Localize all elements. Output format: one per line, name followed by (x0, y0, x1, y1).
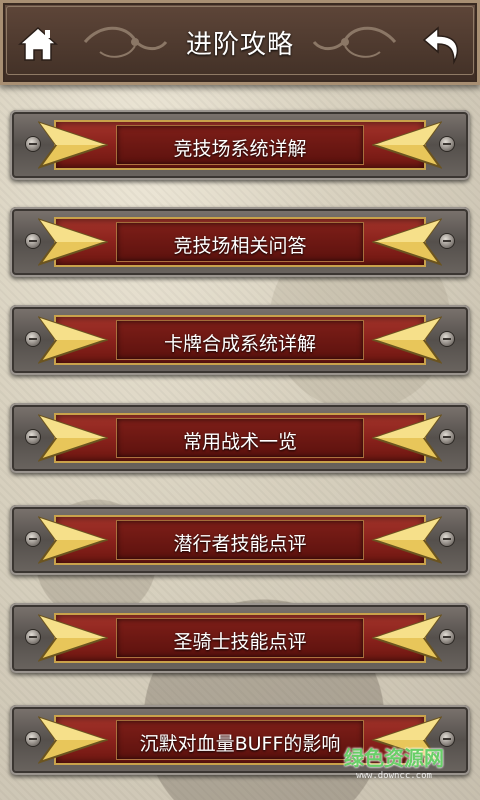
menu-item-label: 竞技场相关问答 (173, 235, 307, 257)
menu-item-label: 竞技场系统详解 (173, 138, 307, 160)
watermark-url: www.downcc.com (356, 771, 432, 781)
watermark-text: 绿色资源网 (344, 746, 444, 770)
menu-item-rogue-skills[interactable]: 潜行者技能点评 (10, 505, 470, 575)
strategy-menu: 竞技场系统详解 竞技场相关问答 卡牌合成系统详解 常用战术一览 潜行者技能点评 … (0, 0, 480, 800)
menu-item-card-crafting[interactable]: 卡牌合成系统详解 (10, 305, 470, 375)
menu-item-label: 圣骑士技能点评 (173, 631, 307, 653)
site-watermark: 绿色资源网 www.downcc.com (334, 742, 454, 782)
menu-item-label: 潜行者技能点评 (173, 533, 307, 555)
menu-item-label: 卡牌合成系统详解 (163, 333, 316, 355)
menu-item-arena-qa[interactable]: 竞技场相关问答 (10, 207, 470, 277)
menu-item-tactics[interactable]: 常用战术一览 (10, 403, 470, 473)
menu-item-label: 常用战术一览 (182, 431, 297, 453)
menu-item-paladin-skills[interactable]: 圣骑士技能点评 (10, 603, 470, 673)
menu-item-arena-system[interactable]: 竞技场系统详解 (10, 110, 470, 180)
